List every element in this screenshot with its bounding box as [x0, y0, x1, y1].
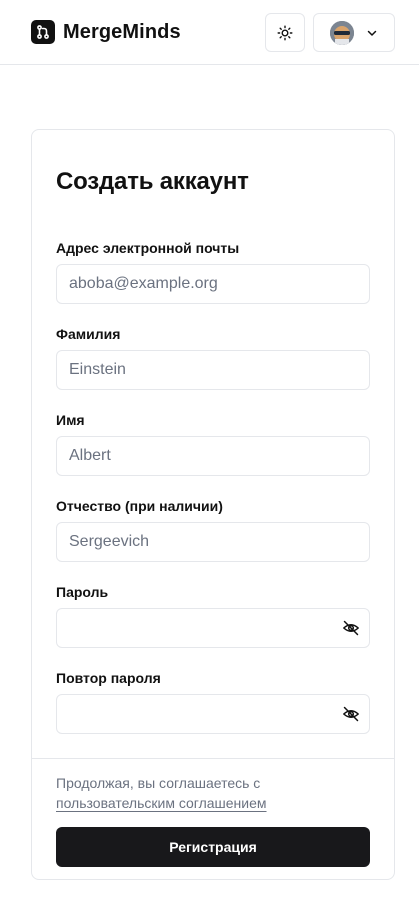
- eye-off-icon[interactable]: [342, 619, 360, 637]
- sun-icon: [277, 25, 293, 40]
- password-field[interactable]: [56, 608, 370, 648]
- password-repeat-field[interactable]: [56, 694, 370, 734]
- avatar: [330, 20, 354, 45]
- last-name-field[interactable]: [56, 350, 370, 390]
- signup-card: Создать аккаунт Адрес электронной почты …: [31, 129, 395, 880]
- terms-prefix: Продолжая, вы соглашаетесь с: [56, 775, 261, 791]
- chevron-down-icon: [366, 27, 378, 39]
- first-name-field[interactable]: [56, 436, 370, 476]
- top-header: MergeMinds: [0, 0, 419, 65]
- brand-name: MergeMinds: [63, 20, 181, 43]
- terms-text: Продолжая, вы соглашаетесь с пользовател…: [56, 773, 366, 813]
- terms-link[interactable]: пользовательским соглашением: [56, 795, 267, 811]
- brand-logo[interactable]: MergeMinds: [31, 20, 181, 44]
- first-name-label: Имя: [56, 412, 85, 428]
- middle-name-label: Отчество (при наличии): [56, 498, 223, 514]
- user-menu-button[interactable]: [313, 13, 395, 52]
- register-button[interactable]: Регистрация: [56, 827, 370, 867]
- theme-toggle-button[interactable]: [265, 13, 305, 52]
- form-title: Создать аккаунт: [56, 168, 249, 195]
- merge-branch-icon: [31, 20, 55, 44]
- eye-off-icon[interactable]: [342, 705, 360, 723]
- password-label: Пароль: [56, 584, 109, 600]
- password-repeat-label: Повтор пароля: [56, 670, 161, 686]
- email-label: Адрес электронной почты: [56, 240, 240, 256]
- divider: [32, 758, 394, 759]
- middle-name-field[interactable]: [56, 522, 370, 562]
- last-name-label: Фамилия: [56, 326, 121, 342]
- email-field[interactable]: [56, 264, 370, 304]
